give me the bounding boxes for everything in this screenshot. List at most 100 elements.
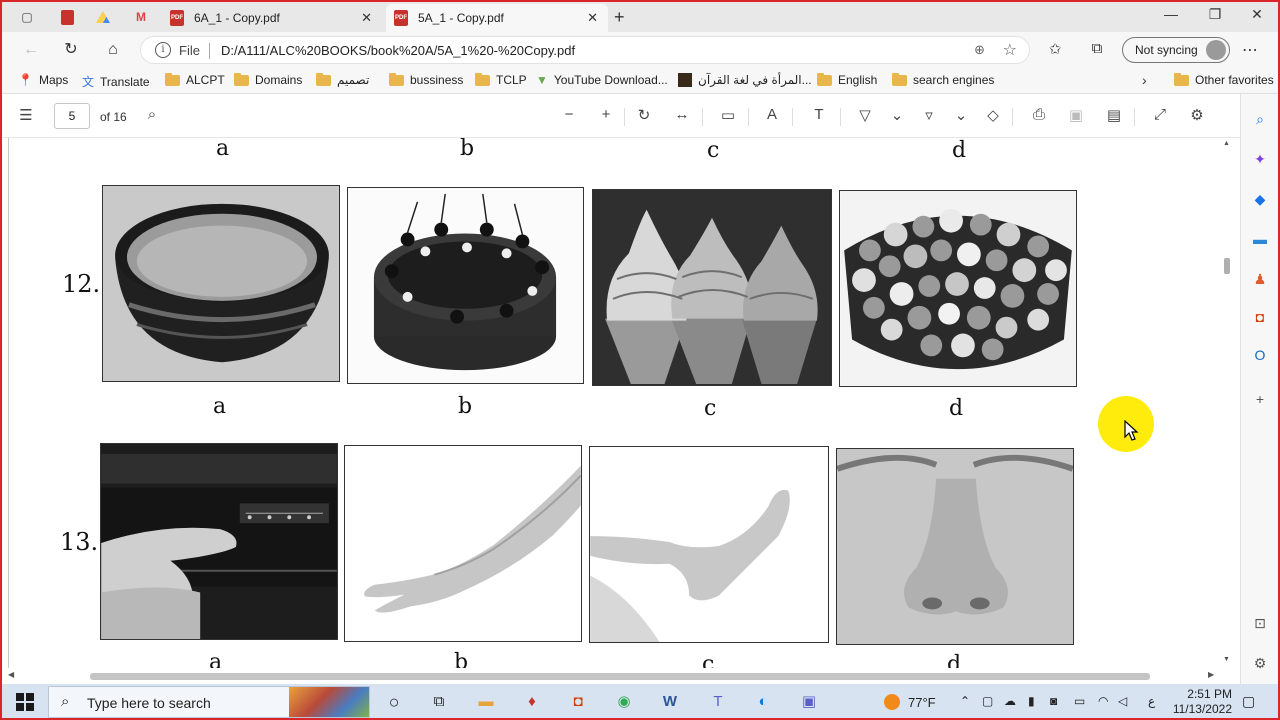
eraser-icon[interactable]: ◇ — [981, 106, 1005, 124]
scrollbar-thumb[interactable] — [90, 673, 1150, 680]
page-number-input[interactable]: 5 — [54, 103, 90, 129]
back-button[interactable]: ← — [18, 38, 44, 62]
taskbar-search-input[interactable]: ⌕ Type here to search — [48, 686, 370, 718]
favorite-youtube-download[interactable]: ▼ YouTube Download... — [536, 73, 668, 87]
favorite-tclp[interactable]: TCLP — [475, 72, 527, 87]
save-as-icon[interactable]: ▤ — [1102, 106, 1126, 124]
favorite-bussiness[interactable]: bussiness — [389, 72, 463, 87]
fullscreen-icon[interactable]: ⤢ — [1148, 106, 1172, 123]
search-icon[interactable]: ⌕ — [1249, 108, 1271, 130]
device-icon[interactable]: ▢ — [982, 694, 993, 708]
favorite-domains[interactable]: Domains — [234, 72, 302, 87]
favorite-english[interactable]: English — [817, 72, 877, 87]
cloud-icon[interactable]: ☁ — [1004, 694, 1016, 708]
more-menu-icon[interactable]: ⋯ — [1242, 40, 1258, 60]
scroll-up-icon[interactable]: ▲ — [1223, 140, 1230, 147]
file-explorer-icon[interactable]: ▬ — [474, 690, 498, 714]
close-icon[interactable]: ✕ — [361, 10, 372, 26]
tab-5a-copy-pdf[interactable]: PDF 5A_1 - Copy.pdf ✕ — [386, 4, 608, 32]
windows-start-icon[interactable] — [16, 693, 34, 711]
rotate-icon[interactable]: ↻ — [632, 106, 656, 124]
save-icon[interactable]: ▣ — [1064, 106, 1088, 124]
favorite-quran-language[interactable]: المرأة في لغة القرآن... — [678, 73, 812, 87]
office-icon[interactable]: ◘ — [1249, 306, 1271, 328]
scroll-down-icon[interactable]: ▼ — [1223, 656, 1230, 663]
settings-gear-icon[interactable]: ⚙ — [1249, 652, 1271, 674]
cortana-icon[interactable]: ○ — [382, 690, 406, 714]
favorite-translate[interactable]: 文 Translate — [82, 73, 150, 90]
acrobat-icon[interactable]: ♦ — [520, 690, 544, 714]
info-icon[interactable]: i — [155, 42, 171, 58]
favorites-icon[interactable]: ✩ — [1044, 40, 1066, 58]
toolbox-icon[interactable]: ▬ — [1249, 228, 1271, 250]
tag-icon[interactable]: ◆ — [1249, 188, 1271, 210]
favorite-design[interactable]: تصميم — [316, 72, 369, 87]
chevron-right-icon[interactable]: › — [1142, 72, 1147, 88]
zoom-icon[interactable]: ⊕ — [974, 42, 985, 58]
favorite-alcpt[interactable]: ALCPT — [165, 72, 225, 87]
sidebar-layout-icon[interactable]: ⊡ — [1249, 612, 1271, 634]
pdf-document[interactable]: a b c d 12. a b c d 13. a b c d ▲ ▼ — [2, 138, 1240, 668]
url-text[interactable]: D:/A111/ALC%20BOOKS/book%20A/5A_1%20-%20… — [221, 43, 575, 58]
search-icon[interactable]: ⌕ — [140, 106, 164, 123]
contents-list-icon[interactable]: ☰ — [14, 106, 38, 124]
pinned-drive-tab-icon[interactable] — [92, 7, 114, 27]
notifications-icon[interactable]: ▢ — [1242, 693, 1255, 710]
address-bar[interactable]: i File D:/A111/ALC%20BOOKS/book%20A/5A_1… — [140, 36, 1030, 64]
page-view-icon[interactable]: ▭ — [716, 106, 740, 124]
close-icon[interactable]: ✕ — [587, 10, 598, 26]
chrome-icon[interactable]: ◉ — [612, 690, 636, 714]
add-icon[interactable]: + — [1249, 388, 1271, 410]
task-view-icon[interactable]: ⧉ — [427, 690, 451, 714]
pinned-pdf-tab-icon[interactable] — [56, 7, 78, 27]
settings-gear-icon[interactable]: ⚙ — [1185, 106, 1209, 124]
add-favorite-icon[interactable]: ☆ — [1003, 40, 1017, 60]
restore-button[interactable]: ❐ — [1200, 6, 1230, 23]
draw-icon[interactable]: ▽ — [853, 106, 877, 124]
sparkle-icon[interactable]: ✦ — [1249, 148, 1271, 170]
language-indicator[interactable]: ع — [1148, 694, 1155, 708]
camera-icon[interactable]: ◙ — [1050, 694, 1057, 708]
microphone-icon[interactable]: ▮ — [1028, 694, 1035, 708]
clock[interactable]: 2:51 PM 11/13/2022 — [1170, 687, 1232, 717]
battery-icon[interactable]: ▭ — [1074, 694, 1085, 708]
chevron-up-icon[interactable]: ⌃ — [960, 694, 970, 708]
close-window-button[interactable]: ✕ — [1242, 6, 1272, 23]
fit-width-icon[interactable]: ↔ — [670, 106, 694, 123]
tab-actions-icon[interactable]: ▢ — [16, 7, 38, 27]
text-box-icon[interactable]: T — [807, 106, 831, 123]
office-icon[interactable]: ◘ — [566, 690, 590, 714]
minimize-button[interactable]: — — [1156, 6, 1186, 22]
weather-widget[interactable]: 77°F — [884, 694, 936, 710]
teams-icon[interactable]: T — [706, 690, 730, 714]
zoom-out-icon[interactable]: − — [557, 106, 581, 123]
scrollbar-thumb[interactable] — [1224, 258, 1230, 274]
new-tab-button[interactable]: + — [614, 7, 625, 28]
scroll-right-icon[interactable]: ▶ — [1208, 670, 1214, 679]
tab-6a-copy-pdf[interactable]: PDF 6A_1 - Copy.pdf ✕ — [162, 4, 382, 32]
edge-icon[interactable]: ◐ — [751, 690, 775, 714]
wifi-icon[interactable]: ◠ — [1098, 694, 1108, 708]
chevron-down-icon[interactable]: ⌄ — [885, 106, 909, 124]
vertical-scrollbar[interactable]: ▲ ▼ — [1220, 138, 1234, 668]
volume-icon[interactable]: ◁ — [1118, 694, 1127, 708]
horizontal-scrollbar[interactable]: ◀ ▶ — [2, 668, 1240, 684]
zoom-in-icon[interactable]: + — [594, 106, 618, 123]
collections-icon[interactable]: ⧉ — [1086, 40, 1108, 57]
print-icon[interactable]: ⎙ — [1027, 106, 1051, 123]
scroll-left-icon[interactable]: ◀ — [8, 670, 14, 679]
highlight-icon[interactable]: ▿ — [917, 106, 941, 124]
teams-chat-icon[interactable]: ▣ — [797, 690, 821, 714]
word-icon[interactable]: W — [658, 690, 682, 714]
profile-sync-button[interactable]: Not syncing — [1122, 37, 1230, 63]
chevron-down-icon[interactable]: ⌄ — [949, 106, 973, 124]
favorite-other[interactable]: Other favorites — [1174, 72, 1274, 87]
outlook-icon[interactable]: O — [1249, 344, 1271, 366]
games-icon[interactable]: ♟ — [1249, 268, 1271, 290]
read-aloud-icon[interactable]: A — [760, 106, 784, 123]
pinned-gmail-tab-icon[interactable]: M — [130, 7, 152, 27]
home-button[interactable]: ⌂ — [100, 38, 126, 62]
refresh-button[interactable]: ↻ — [58, 38, 84, 62]
favorite-search-engines[interactable]: search engines — [892, 72, 994, 87]
favorite-maps[interactable]: 📍 Maps — [18, 73, 68, 87]
